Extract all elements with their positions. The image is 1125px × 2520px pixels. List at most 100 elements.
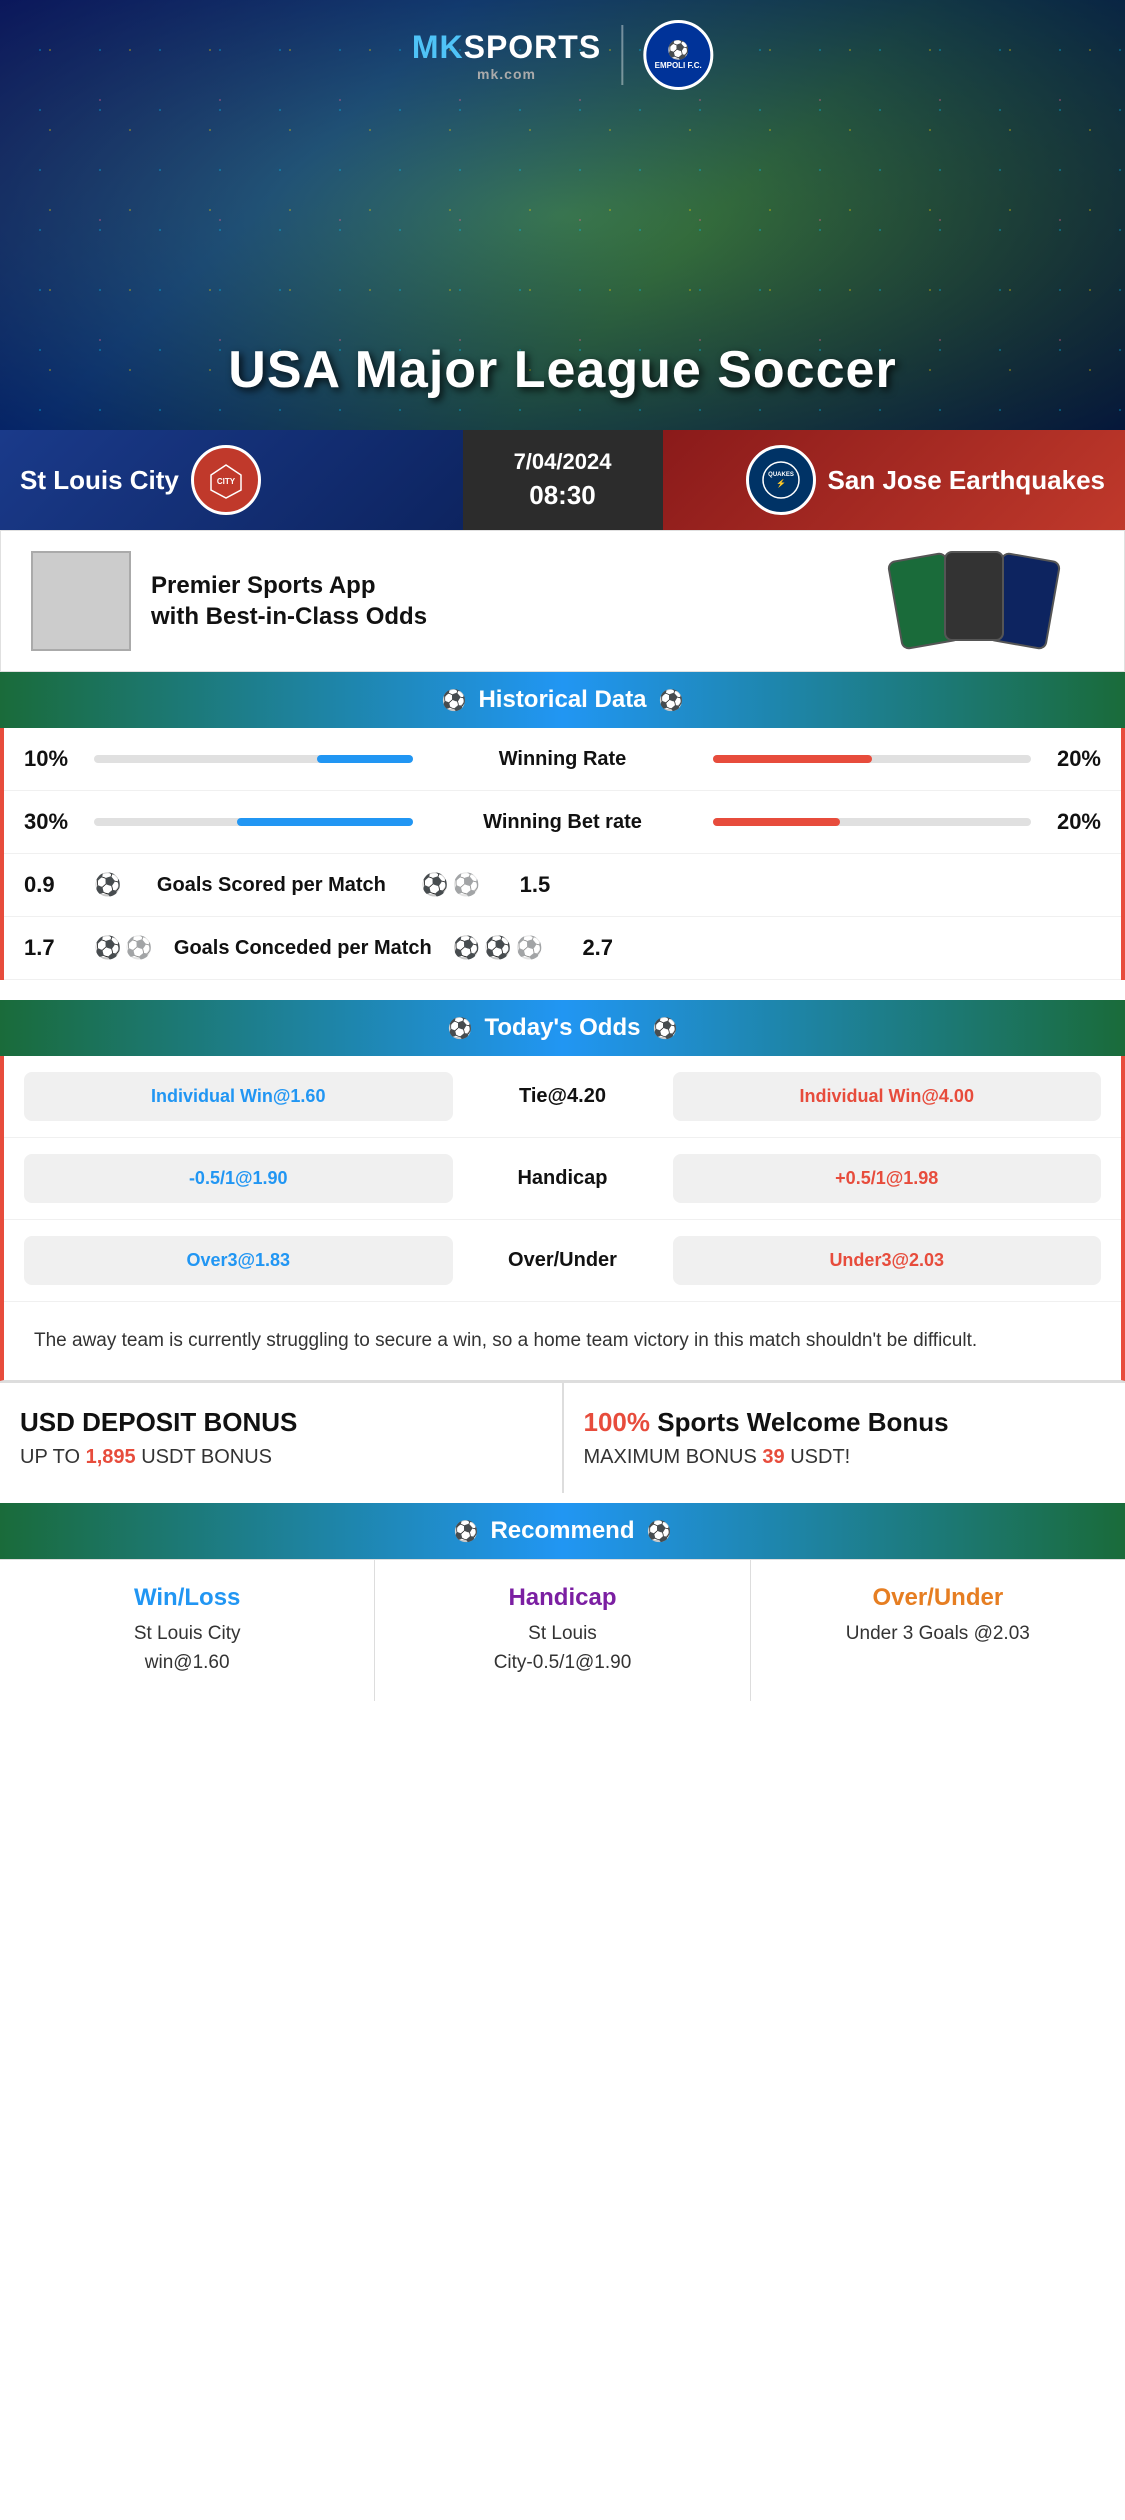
deposit-bonus-sub: UP TO 1,895 USDT BONUS xyxy=(20,1446,542,1469)
historical-data-header: ⚽ Historical Data ⚽ xyxy=(0,672,1125,728)
sports-bonus-sub: MAXIMUM BONUS 39 USDT! xyxy=(584,1446,1106,1469)
over-odds[interactable]: Over3@1.83 xyxy=(24,1236,453,1285)
svg-text:CITY: CITY xyxy=(217,477,236,486)
deposit-bonus-amount: 1,895 xyxy=(86,1446,136,1468)
recommend-ball-right: ⚽ xyxy=(647,1519,672,1544)
ball-icon-away-c2: ⚽ xyxy=(484,935,511,961)
home-handicap-odds[interactable]: -0.5/1@1.90 xyxy=(24,1154,453,1203)
recommend-header: ⚽ Recommend ⚽ xyxy=(0,1503,1125,1559)
recommend-type-win-loss: Win/Loss xyxy=(20,1584,354,1612)
historical-data-section: 10% Winning Rate 20% 30% Winning Bet rat… xyxy=(0,728,1125,980)
sports-bonus-amount: 39 xyxy=(762,1446,784,1468)
over-under-label: Over/Under xyxy=(463,1249,663,1272)
away-team-badge: QUAKES ⚡ xyxy=(746,445,816,515)
ball-icon-right: ⚽ xyxy=(659,688,684,713)
recommend-pick-over-under: Under 3 Goals @2.03 xyxy=(771,1620,1105,1649)
odds-ball-left: ⚽ xyxy=(448,1016,473,1041)
recommend-handicap[interactable]: Handicap St LouisCity-0.5/1@1.90 xyxy=(375,1560,750,1701)
odds-section: Individual Win@1.60 Tie@4.20 Individual … xyxy=(0,1056,1125,1302)
stat-label-winning-rate: Winning Rate xyxy=(423,748,703,771)
brand-url: mk.com xyxy=(412,66,601,82)
away-bar-winning-rate xyxy=(713,755,1032,763)
deposit-bonus[interactable]: USD DEPOSIT BONUS UP TO 1,895 USDT BONUS xyxy=(0,1383,564,1493)
home-bar-bet-rate xyxy=(94,818,413,826)
away-bar-fill xyxy=(713,755,872,763)
recommend-ball-left: ⚽ xyxy=(454,1519,479,1544)
home-bet-rate: 30% xyxy=(24,809,84,835)
stat-row-goals-conceded: 1.7 ⚽ ⚽ Goals Conceded per Match ⚽ ⚽ ⚽ 2… xyxy=(4,917,1121,980)
home-team-badge: CITY xyxy=(191,445,261,515)
ball-icon-away-half: ⚽ xyxy=(453,872,480,898)
deposit-bonus-title: USD DEPOSIT BONUS xyxy=(20,1407,542,1438)
recommend-over-under[interactable]: Over/Under Under 3 Goals @2.03 xyxy=(751,1560,1125,1701)
ball-icon-home-c1: ⚽ xyxy=(94,935,121,961)
home-bar-fill xyxy=(317,755,413,763)
away-team-name: San Jose Earthquakes xyxy=(828,465,1105,496)
stat-row-winning-rate: 10% Winning Rate 20% xyxy=(4,728,1121,791)
svg-text:⚡: ⚡ xyxy=(776,478,786,488)
match-date: 7/04/2024 xyxy=(514,449,612,475)
odds-row-over-under: Over3@1.83 Over/Under Under3@2.03 xyxy=(4,1220,1121,1302)
odds-header: ⚽ Today's Odds ⚽ xyxy=(0,1000,1125,1056)
app-phones-graphic xyxy=(894,551,1094,651)
recommend-pick-win-loss: St Louis Citywin@1.60 xyxy=(20,1620,354,1677)
recommend-title: Recommend xyxy=(490,1517,634,1545)
app-promo-text: Premier Sports Appwith Best-in-Class Odd… xyxy=(151,570,874,632)
recommend-type-over-under: Over/Under xyxy=(771,1584,1105,1612)
under-odds[interactable]: Under3@2.03 xyxy=(673,1236,1102,1285)
handicap-label: Handicap xyxy=(463,1167,663,1190)
home-team-name: St Louis City xyxy=(20,465,179,496)
odds-row-win: Individual Win@1.60 Tie@4.20 Individual … xyxy=(4,1056,1121,1138)
home-bar-fill-bet xyxy=(237,818,412,826)
home-goals-conceded: 1.7 xyxy=(24,935,84,961)
stat-label-bet-rate: Winning Bet rate xyxy=(423,811,703,834)
brand-logo: MKSPORTS mk.com ⚽ EMPOLI F.C. xyxy=(412,20,713,90)
odds-row-handicap: -0.5/1@1.90 Handicap +0.5/1@1.98 xyxy=(4,1138,1121,1220)
bonus-section: USD DEPOSIT BONUS UP TO 1,895 USDT BONUS… xyxy=(0,1381,1125,1493)
away-team-section: QUAKES ⚡ San Jose Earthquakes xyxy=(663,430,1125,530)
ball-icon-home-c2: ⚽ xyxy=(125,935,152,961)
sports-bonus-title: 100% Sports Welcome Bonus xyxy=(584,1407,1106,1438)
analysis-text: The away team is currently struggling to… xyxy=(34,1330,977,1351)
analysis-section: The away team is currently struggling to… xyxy=(0,1302,1125,1381)
home-bar-winning-rate xyxy=(94,755,413,763)
away-goals-scored: 1.5 xyxy=(490,872,550,898)
recommend-grid: Win/Loss St Louis Citywin@1.60 Handicap … xyxy=(0,1559,1125,1701)
home-goal-icons-conceded: ⚽ ⚽ xyxy=(94,935,153,961)
app-promo-banner[interactable]: Premier Sports Appwith Best-in-Class Odd… xyxy=(0,530,1125,672)
stat-label-goals-conceded: Goals Conceded per Match xyxy=(163,937,443,960)
home-team-section: St Louis City CITY xyxy=(0,430,463,530)
sports-bonus[interactable]: 100% Sports Welcome Bonus MAXIMUM BONUS … xyxy=(564,1383,1125,1493)
away-winning-rate: 20% xyxy=(1041,746,1101,772)
match-center: 7/04/2024 08:30 xyxy=(463,430,663,530)
home-winning-rate: 10% xyxy=(24,746,84,772)
recommend-win-loss[interactable]: Win/Loss St Louis Citywin@1.60 xyxy=(0,1560,375,1701)
home-win-odds[interactable]: Individual Win@1.60 xyxy=(24,1072,453,1121)
home-goals-scored: 0.9 xyxy=(24,872,84,898)
sports-bonus-percent: 100% xyxy=(584,1407,651,1437)
ball-icon-away-c3: ⚽ xyxy=(516,935,543,961)
mk-text: MK xyxy=(412,29,464,65)
recommend-type-handicap: Handicap xyxy=(395,1584,729,1612)
sports-text: SPORTS xyxy=(464,29,602,65)
away-bar-fill-bet xyxy=(713,818,840,826)
away-handicap-odds[interactable]: +0.5/1@1.98 xyxy=(673,1154,1102,1203)
phone-mockup-2 xyxy=(944,551,1004,641)
stat-label-goals-scored: Goals Scored per Match xyxy=(131,874,411,897)
ball-icon-away-c1: ⚽ xyxy=(453,935,480,961)
away-goals-conceded: 2.7 xyxy=(553,935,613,961)
stat-row-bet-rate: 30% Winning Bet rate 20% xyxy=(4,791,1121,854)
recommend-pick-handicap: St LouisCity-0.5/1@1.90 xyxy=(395,1620,729,1677)
away-bar-bet-rate xyxy=(713,818,1032,826)
away-bet-rate: 20% xyxy=(1041,809,1101,835)
ball-icon-left: ⚽ xyxy=(442,688,467,713)
stat-row-goals-scored: 0.9 ⚽ Goals Scored per Match ⚽ ⚽ 1.5 xyxy=(4,854,1121,917)
ball-icon-home-1: ⚽ xyxy=(94,872,121,898)
empoli-badge: ⚽ EMPOLI F.C. xyxy=(643,20,713,90)
mk-sports-wordmark: MKSPORTS mk.com xyxy=(412,29,601,82)
away-win-odds[interactable]: Individual Win@4.00 xyxy=(673,1072,1102,1121)
odds-title: Today's Odds xyxy=(485,1014,641,1042)
match-time: 08:30 xyxy=(529,480,596,511)
home-goal-icons-scored: ⚽ xyxy=(94,872,121,898)
hero-title: USA Major League Soccer xyxy=(0,340,1125,400)
